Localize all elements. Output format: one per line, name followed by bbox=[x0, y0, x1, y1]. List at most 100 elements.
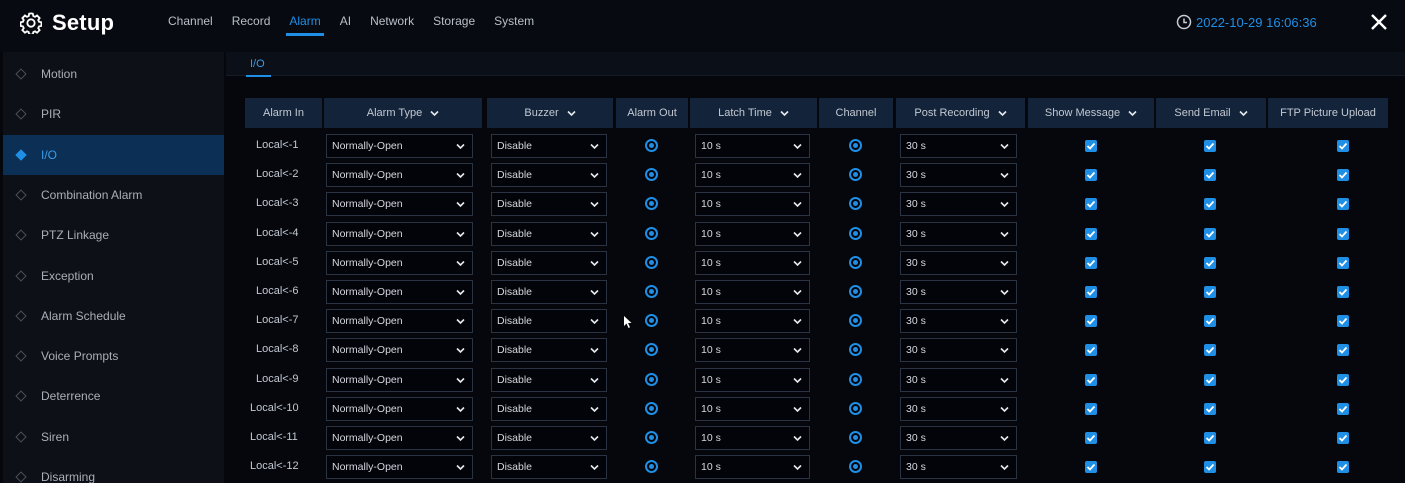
sidebar-item-siren[interactable]: Siren bbox=[3, 417, 224, 457]
channel-button[interactable] bbox=[849, 431, 862, 444]
latch-time-select[interactable]: 10 s bbox=[695, 309, 810, 334]
alarm-type-select[interactable]: Normally-Open bbox=[326, 192, 473, 217]
send-email-checkbox[interactable] bbox=[1204, 227, 1216, 240]
sidebar-item-ptz-linkage[interactable]: PTZ Linkage bbox=[3, 215, 224, 255]
alarm-type-select[interactable]: Normally-Open bbox=[326, 250, 473, 275]
buzzer-select[interactable]: Disable bbox=[491, 367, 607, 392]
send-email-checkbox[interactable] bbox=[1204, 461, 1216, 474]
post-recording-select[interactable]: 30 s bbox=[900, 163, 1017, 188]
sidebar-item-combination-alarm[interactable]: Combination Alarm bbox=[3, 175, 224, 215]
alarm-out-button[interactable] bbox=[645, 255, 658, 269]
ftp-upload-checkbox[interactable] bbox=[1337, 140, 1349, 152]
sidebar-item-disarming[interactable]: Disarming bbox=[3, 457, 224, 483]
ftp-upload-checkbox[interactable] bbox=[1337, 315, 1349, 328]
alarm-type-select[interactable]: Normally-Open bbox=[326, 367, 473, 392]
channel-button[interactable] bbox=[849, 285, 862, 298]
tab-io[interactable]: I/O bbox=[246, 58, 271, 77]
show-message-checkbox[interactable] bbox=[1085, 198, 1097, 211]
ftp-upload-checkbox[interactable] bbox=[1337, 227, 1349, 240]
tab-alarm[interactable]: Alarm bbox=[286, 14, 325, 38]
latch-time-select[interactable]: 10 s bbox=[695, 192, 810, 217]
buzzer-select[interactable]: Disable bbox=[491, 221, 607, 246]
post-recording-select[interactable]: 30 s bbox=[900, 455, 1017, 480]
alarm-out-button[interactable] bbox=[645, 139, 658, 152]
latch-time-select[interactable]: 10 s bbox=[695, 455, 810, 480]
latch-time-select[interactable]: 10 s bbox=[695, 396, 810, 421]
column-header-show-message[interactable]: Show Message bbox=[1028, 98, 1154, 128]
column-header-alarm-type[interactable]: Alarm Type bbox=[324, 98, 482, 128]
buzzer-select[interactable]: Disable bbox=[491, 396, 607, 421]
alarm-type-select[interactable]: Normally-Open bbox=[326, 134, 473, 158]
show-message-checkbox[interactable] bbox=[1085, 140, 1097, 152]
post-recording-select[interactable]: 30 s bbox=[900, 396, 1017, 421]
buzzer-select[interactable]: Disable bbox=[491, 455, 607, 480]
tab-channel[interactable]: Channel bbox=[168, 14, 213, 38]
send-email-checkbox[interactable] bbox=[1204, 286, 1216, 298]
channel-button[interactable] bbox=[849, 401, 862, 415]
show-message-checkbox[interactable] bbox=[1085, 402, 1097, 415]
post-recording-select[interactable]: 30 s bbox=[900, 221, 1017, 246]
post-recording-select[interactable]: 30 s bbox=[900, 426, 1017, 450]
latch-time-select[interactable]: 10 s bbox=[695, 221, 810, 246]
buzzer-select[interactable]: Disable bbox=[491, 280, 607, 304]
send-email-checkbox[interactable] bbox=[1204, 402, 1216, 415]
tab-record[interactable]: Record bbox=[232, 14, 271, 38]
alarm-type-select[interactable]: Normally-Open bbox=[326, 309, 473, 334]
tab-system[interactable]: System bbox=[494, 14, 534, 38]
ftp-upload-checkbox[interactable] bbox=[1337, 432, 1349, 444]
show-message-checkbox[interactable] bbox=[1085, 373, 1097, 386]
send-email-checkbox[interactable] bbox=[1204, 169, 1216, 182]
sidebar-item-deterrence[interactable]: Deterrence bbox=[3, 376, 224, 416]
ftp-upload-checkbox[interactable] bbox=[1337, 198, 1349, 211]
alarm-type-select[interactable]: Normally-Open bbox=[326, 338, 473, 363]
show-message-checkbox[interactable] bbox=[1085, 169, 1097, 182]
channel-button[interactable] bbox=[849, 372, 862, 386]
ftp-upload-checkbox[interactable] bbox=[1337, 256, 1349, 269]
ftp-upload-checkbox[interactable] bbox=[1337, 402, 1349, 415]
sidebar-item-exception[interactable]: Exception bbox=[3, 256, 224, 296]
alarm-out-button[interactable] bbox=[645, 285, 658, 298]
latch-time-select[interactable]: 10 s bbox=[695, 250, 810, 275]
send-email-checkbox[interactable] bbox=[1204, 373, 1216, 386]
post-recording-select[interactable]: 30 s bbox=[900, 367, 1017, 392]
ftp-upload-checkbox[interactable] bbox=[1337, 373, 1349, 386]
column-header-send-email[interactable]: Send Email bbox=[1156, 98, 1266, 128]
latch-time-select[interactable]: 10 s bbox=[695, 280, 810, 304]
post-recording-select[interactable]: 30 s bbox=[900, 280, 1017, 304]
alarm-type-select[interactable]: Normally-Open bbox=[326, 280, 473, 304]
buzzer-select[interactable]: Disable bbox=[491, 338, 607, 363]
tab-ai[interactable]: AI bbox=[340, 14, 351, 38]
ftp-upload-checkbox[interactable] bbox=[1337, 461, 1349, 474]
buzzer-select[interactable]: Disable bbox=[491, 250, 607, 275]
post-recording-select[interactable]: 30 s bbox=[900, 192, 1017, 217]
latch-time-select[interactable]: 10 s bbox=[695, 338, 810, 363]
channel-button[interactable] bbox=[849, 255, 862, 269]
alarm-type-select[interactable]: Normally-Open bbox=[326, 163, 473, 188]
show-message-checkbox[interactable] bbox=[1085, 432, 1097, 444]
channel-button[interactable] bbox=[849, 226, 862, 240]
buzzer-select[interactable]: Disable bbox=[491, 426, 607, 450]
column-header-latch-time[interactable]: Latch Time bbox=[690, 98, 817, 128]
sidebar-item-pir[interactable]: PIR bbox=[3, 94, 224, 134]
send-email-checkbox[interactable] bbox=[1204, 198, 1216, 211]
alarm-type-select[interactable]: Normally-Open bbox=[326, 221, 473, 246]
send-email-checkbox[interactable] bbox=[1204, 140, 1216, 152]
alarm-out-button[interactable] bbox=[645, 372, 658, 386]
alarm-type-select[interactable]: Normally-Open bbox=[326, 455, 473, 480]
column-header-post-recording[interactable]: Post Recording bbox=[896, 98, 1025, 128]
alarm-type-select[interactable]: Normally-Open bbox=[326, 396, 473, 421]
send-email-checkbox[interactable] bbox=[1204, 256, 1216, 269]
tab-storage[interactable]: Storage bbox=[433, 14, 475, 38]
latch-time-select[interactable]: 10 s bbox=[695, 134, 810, 158]
show-message-checkbox[interactable] bbox=[1085, 286, 1097, 298]
send-email-checkbox[interactable] bbox=[1204, 432, 1216, 444]
sidebar-item-voice-prompts[interactable]: Voice Prompts bbox=[3, 336, 224, 376]
alarm-out-button[interactable] bbox=[645, 431, 658, 444]
ftp-upload-checkbox[interactable] bbox=[1337, 169, 1349, 182]
show-message-checkbox[interactable] bbox=[1085, 344, 1097, 357]
alarm-out-button[interactable] bbox=[645, 401, 658, 415]
buzzer-select[interactable]: Disable bbox=[491, 134, 607, 158]
latch-time-select[interactable]: 10 s bbox=[695, 163, 810, 188]
latch-time-select[interactable]: 10 s bbox=[695, 426, 810, 450]
show-message-checkbox[interactable] bbox=[1085, 461, 1097, 474]
